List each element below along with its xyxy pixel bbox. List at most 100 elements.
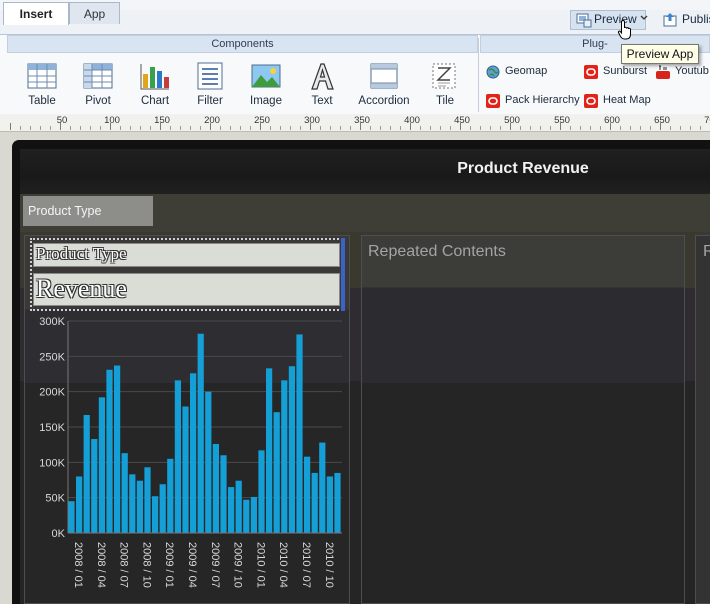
ruler-minor-tick: [490, 126, 491, 130]
product-type-prompt[interactable]: Product Type: [23, 196, 153, 226]
chart-bar[interactable]: [129, 474, 136, 533]
chart-bar[interactable]: [258, 450, 265, 533]
insert-table-button[interactable]: Table: [17, 60, 67, 112]
chart-bar[interactable]: [220, 455, 227, 533]
insert-text-button[interactable]: Text: [297, 60, 347, 112]
chart-bar[interactable]: [91, 439, 98, 533]
insert-filter-button[interactable]: Filter: [185, 60, 235, 112]
chart-icon: [140, 64, 169, 90]
ruler-minor-tick: [350, 126, 351, 130]
plugin-youtube[interactable]: Youtub: [656, 64, 710, 82]
plugin-geomap[interactable]: Geomap: [486, 64, 566, 82]
y-tick-label: 150K: [39, 422, 65, 434]
ruler-minor-tick: [400, 126, 401, 130]
chart-bar[interactable]: [288, 366, 295, 533]
plugin-heat-map[interactable]: Heat Map: [584, 93, 654, 111]
repeated-contents-label: Repeated Contents: [368, 243, 506, 260]
ruler-minor-tick: [370, 126, 371, 130]
preview-icon: [576, 13, 592, 28]
chart-bar[interactable]: [136, 480, 143, 533]
repeater-panel[interactable]: [361, 235, 685, 604]
ruler-minor-tick: [230, 126, 231, 130]
chart-bar[interactable]: [212, 443, 219, 533]
y-tick-label: 100K: [39, 457, 65, 469]
x-tick-label: 2008 / 07: [118, 542, 130, 588]
insert-pivot-button[interactable]: Pivot: [73, 60, 123, 112]
ruler-minor-tick: [50, 126, 51, 130]
publish-button[interactable]: Publis: [682, 12, 710, 26]
ruler-minor-tick: [600, 126, 601, 130]
chart-bar[interactable]: [296, 334, 303, 533]
chart-bar[interactable]: [228, 487, 235, 533]
ruler-minor-tick: [680, 126, 681, 130]
chart-bar[interactable]: [319, 442, 326, 533]
globe-icon: [486, 65, 500, 79]
y-tick-label: 50K: [45, 493, 65, 505]
insert-image-button[interactable]: Image: [241, 60, 291, 112]
insert-tile-button[interactable]: Tile: [420, 60, 470, 112]
chart-bar[interactable]: [159, 484, 166, 533]
chart-bar[interactable]: [326, 476, 333, 533]
oracle-icon: [584, 94, 598, 108]
chart-bar[interactable]: [144, 467, 151, 533]
insert-accordion-button[interactable]: Accordion: [358, 60, 410, 112]
chart-bar[interactable]: [190, 373, 197, 533]
revenue-header: Revenue: [36, 274, 127, 303]
chart-bar[interactable]: [76, 476, 83, 533]
filter-icon: [197, 62, 223, 90]
ruler-minor-tick: [280, 126, 281, 130]
image-icon: [251, 64, 281, 88]
ruler-minor-tick: [300, 126, 301, 130]
chart-bar[interactable]: [250, 496, 257, 533]
chart-bar[interactable]: [243, 499, 250, 533]
chart-bar[interactable]: [106, 369, 113, 533]
chart-bar[interactable]: [83, 414, 90, 533]
ruler-minor-tick: [470, 126, 471, 130]
ruler-minor-tick: [390, 126, 391, 130]
chart-bar[interactable]: [205, 391, 212, 533]
ruler-minor-tick: [20, 126, 21, 130]
tab-app[interactable]: App: [69, 2, 120, 24]
chart-bar[interactable]: [152, 496, 159, 533]
y-tick-label: 200K: [39, 387, 65, 399]
chart-bar[interactable]: [68, 501, 75, 533]
chart-bar[interactable]: [273, 412, 280, 533]
chart-bar[interactable]: [334, 472, 341, 533]
chart-bar[interactable]: [311, 472, 318, 533]
ruler-minor-tick: [170, 126, 171, 130]
chart-bar[interactable]: [281, 380, 288, 533]
plugin-pack-hierarchy-label: Pack Hierarchy: [505, 94, 580, 106]
ruler-minor-tick: [180, 126, 181, 130]
plugin-sunburst[interactable]: Sunburst: [584, 64, 654, 82]
ribbon-divider: [478, 38, 479, 112]
chart-bar[interactable]: [167, 458, 174, 533]
plugin-sunburst-label: Sunburst: [603, 65, 648, 77]
selection-handle[interactable]: [341, 238, 345, 311]
chart-bar[interactable]: [235, 480, 242, 533]
x-tick-label: 2008 / 04: [95, 542, 107, 588]
chart-bar[interactable]: [114, 365, 121, 533]
chart-bar[interactable]: [121, 453, 128, 533]
chart-bar[interactable]: [174, 380, 181, 533]
ruler-label: 550: [554, 115, 570, 126]
chart-bar[interactable]: [266, 368, 273, 533]
chart-bar[interactable]: [98, 397, 105, 533]
revenue-bar-chart[interactable]: 0K 50K 100K 150K 200K 250K 300K 2008 / 01 2008 /…: [24, 312, 350, 604]
repeater-panel-partial[interactable]: [695, 235, 710, 604]
ruler-minor-tick: [290, 126, 291, 130]
insert-filter-label: Filter: [197, 95, 223, 107]
ruler-label: 50: [56, 115, 68, 126]
insert-chart-button[interactable]: Chart: [130, 60, 180, 112]
plugin-pack-hierarchy[interactable]: Pack Hierarchy: [486, 93, 580, 111]
chevron-down-icon[interactable]: [640, 15, 648, 21]
chart-bar[interactable]: [197, 333, 204, 533]
chart-bar[interactable]: [304, 456, 311, 533]
ruler-minor-tick: [650, 126, 651, 130]
tab-insert[interactable]: Insert: [3, 2, 69, 25]
y-tick-label: 0K: [52, 528, 66, 540]
ruler-label: 100: [104, 115, 120, 126]
chart-bar[interactable]: [182, 406, 189, 533]
oracle-icon: [584, 65, 598, 79]
ruler-label: 400: [404, 115, 420, 126]
publish-icon: [663, 13, 677, 27]
